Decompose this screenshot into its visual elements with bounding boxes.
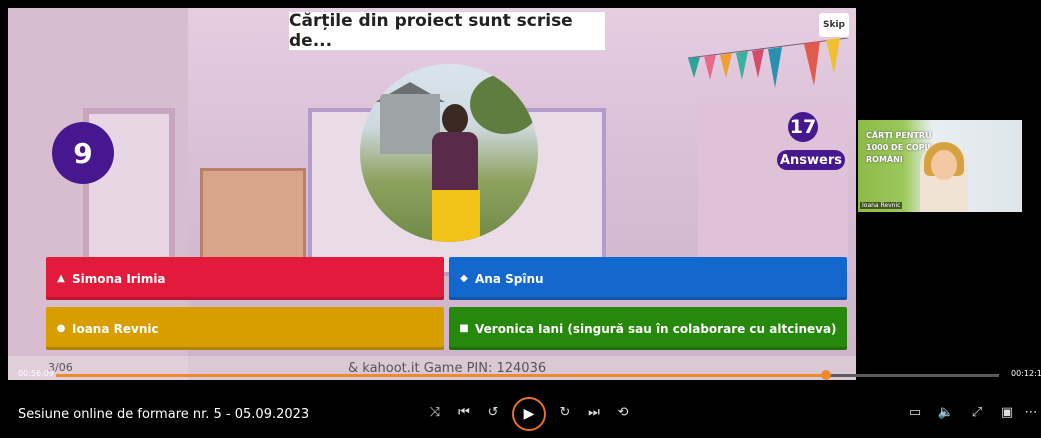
shuffle-icon[interactable]: ⤨	[426, 405, 444, 420]
bunting-decoration	[688, 38, 848, 88]
person-head	[442, 104, 468, 134]
answer-label: Ana Spînu	[475, 271, 544, 286]
skip-button[interactable]: Skip	[819, 13, 849, 37]
volume-icon[interactable]: 🔈	[937, 405, 955, 420]
answer-option-3[interactable]: ● Ioana Revnic	[46, 307, 444, 350]
answer-label: Veronica Iani (singură sau în colaborare…	[475, 321, 837, 336]
person-skirt	[432, 190, 480, 242]
cast-icon[interactable]: ▣	[998, 405, 1016, 420]
time-elapsed: 00:56:09	[18, 369, 54, 378]
forward-icon[interactable]: ↻	[556, 405, 574, 420]
repeat-icon[interactable]: ⟲	[614, 405, 632, 420]
webcam-face	[931, 150, 957, 180]
player-controls: Sesiune online de formare nr. 5 - 05.09.…	[0, 395, 1041, 435]
fullscreen-icon[interactable]: ⤢	[968, 405, 986, 420]
diamond-icon: ◆	[460, 273, 468, 284]
rewind-icon[interactable]: ↺	[484, 405, 502, 420]
seek-thumb[interactable]	[821, 370, 832, 380]
kahoot-stage: Cărțile din proiect sunt scrise de... Sk…	[8, 8, 856, 380]
question-title: Cărțile din proiect sunt scrise de...	[289, 11, 605, 51]
seek-progress	[56, 374, 827, 377]
webcam-name-label: Ioana Revnic	[860, 202, 903, 209]
time-total: 00:12:18	[1011, 369, 1041, 378]
answer-option-4[interactable]: ■ Veronica Iani (singură sau în colabora…	[449, 307, 847, 350]
square-icon: ■	[459, 323, 469, 334]
previous-icon[interactable]: ⏮	[455, 405, 473, 420]
answer-label: Ioana Revnic	[72, 321, 159, 336]
webcam-feed: CĂRȚI PENTRU 1000 DE COPII ROMÂNI Ioana …	[858, 120, 1022, 212]
answer-option-2[interactable]: ◆ Ana Spînu	[449, 257, 847, 300]
play-icon: ▶	[523, 406, 535, 422]
play-button[interactable]: ▶	[512, 397, 546, 431]
answers-label: Answers	[777, 150, 845, 170]
question-image	[360, 64, 538, 242]
tree	[470, 74, 538, 134]
video-title: Sesiune online de formare nr. 5 - 05.09.…	[18, 407, 310, 422]
video-frame: Cărțile din proiect sunt scrise de... Sk…	[0, 0, 1041, 438]
circle-icon: ●	[56, 323, 66, 334]
more-icon[interactable]: ⋯	[1022, 405, 1040, 420]
subtitles-icon[interactable]: ▭	[906, 405, 924, 420]
triangle-icon: ▲	[57, 273, 65, 284]
answer-label: Simona Irimia	[72, 271, 166, 286]
person-top	[432, 132, 478, 192]
seek-bar[interactable]: 00:56:09 00:12:18	[0, 365, 1041, 385]
answers-count: 17	[788, 112, 818, 142]
seek-track[interactable]	[56, 370, 999, 380]
countdown-timer: 9	[52, 122, 114, 184]
answer-option-1[interactable]: ▲ Simona Irimia	[46, 257, 444, 300]
next-icon[interactable]: ⏭	[585, 405, 603, 420]
church-building	[380, 94, 440, 154]
classroom-shelf	[698, 103, 848, 273]
